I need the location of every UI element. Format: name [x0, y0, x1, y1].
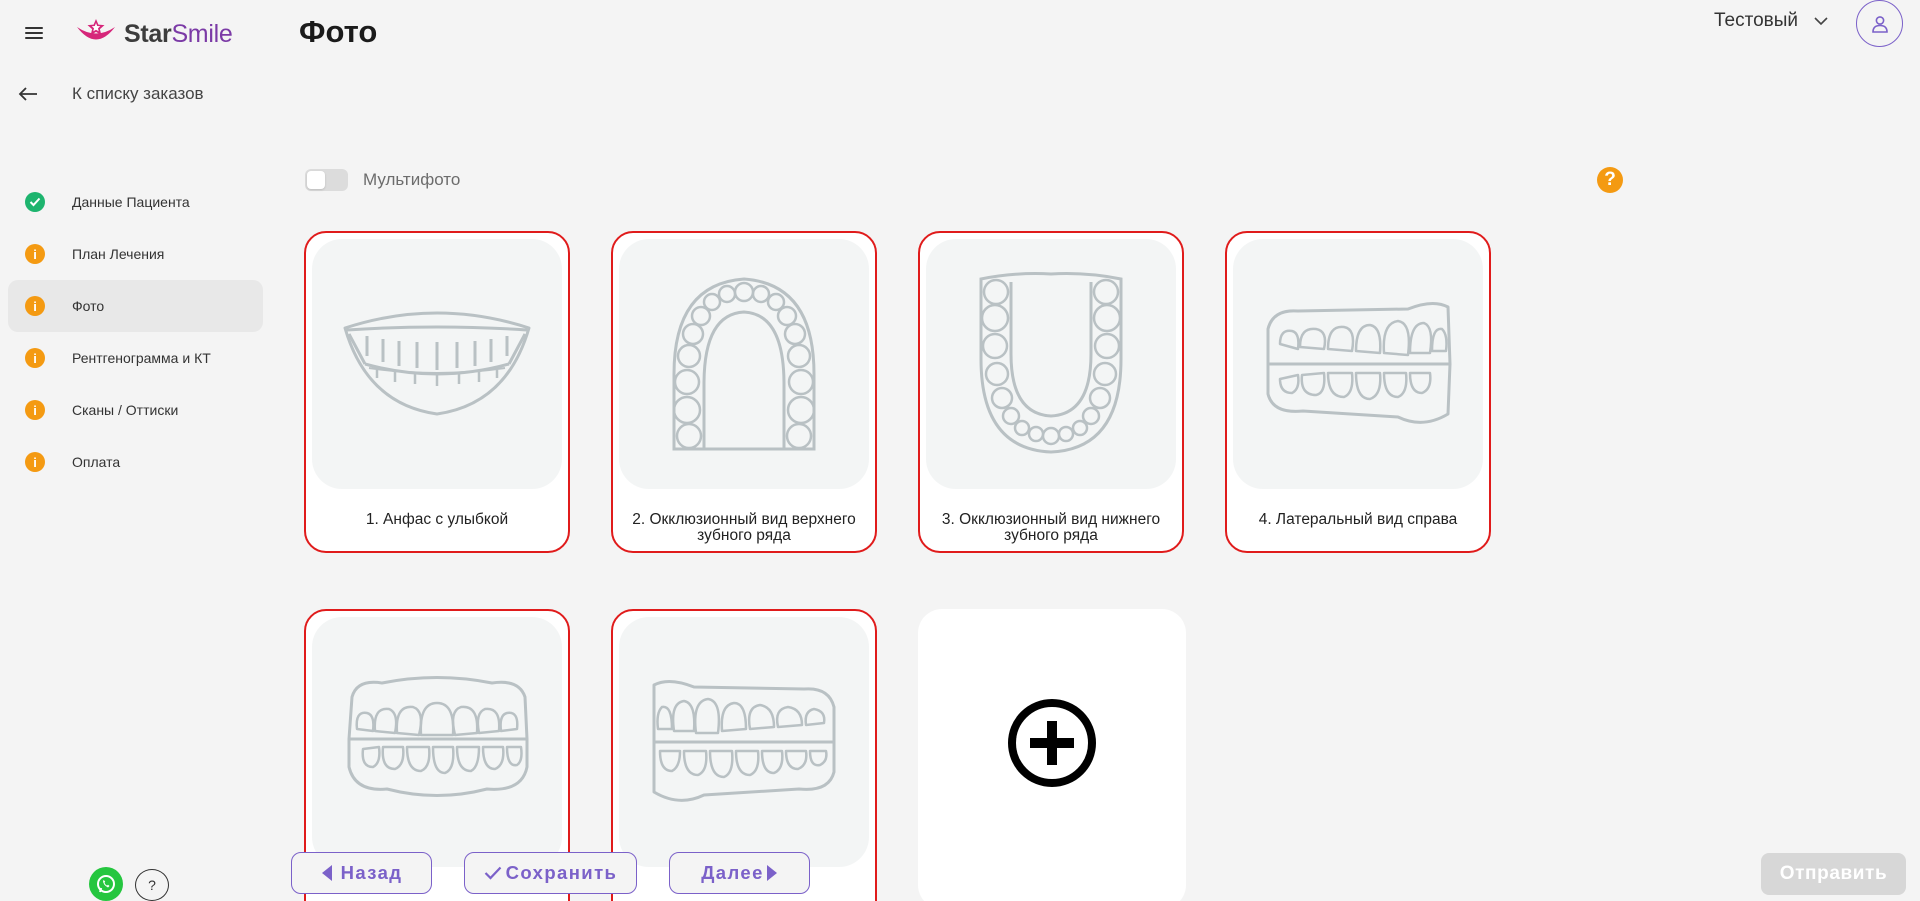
step-label: Сканы / Оттиски: [72, 402, 179, 418]
step-treatment-plan[interactable]: i План Лечения: [8, 228, 263, 280]
triangle-left-icon: [321, 865, 332, 881]
back-to-orders-link[interactable]: К списку заказов: [18, 84, 204, 104]
page-title: Фото: [299, 14, 378, 49]
user-avatar-button[interactable]: [1856, 0, 1903, 47]
photo-caption: 4. Латеральный вид справа: [1258, 511, 1458, 528]
logo: StarSmile: [74, 14, 233, 54]
whatsapp-button[interactable]: [89, 867, 123, 901]
steps-nav: Данные Пациента i План Лечения i Фото i …: [8, 176, 263, 488]
step-label: Рентгенограмма и КТ: [72, 350, 211, 366]
photo-caption: 3. Окклюзионный вид нижнего зубного ряда: [941, 511, 1161, 544]
upper-arch-icon: [672, 277, 816, 451]
photo-thumbnail: [1233, 239, 1483, 489]
photo-thumbnail: [619, 617, 869, 867]
triangle-right-icon: [766, 865, 777, 881]
step-payment[interactable]: i Оплата: [8, 436, 263, 488]
step-patient-data[interactable]: Данные Пациента: [8, 176, 263, 228]
info-circle-icon: i: [25, 296, 45, 316]
photo-thumbnail: [312, 617, 562, 867]
lateral-right-icon: [1266, 302, 1452, 424]
multiphoto-label: Мультифото: [363, 170, 461, 189]
step-xray-ct[interactable]: i Рентгенограмма и КТ: [8, 332, 263, 384]
photo-card-lower-arch[interactable]: 3. Окклюзионный вид нижнего зубного ряда: [918, 231, 1184, 553]
step-scans[interactable]: i Сканы / Оттиски: [8, 384, 263, 436]
photo-thumbnail: [312, 239, 562, 489]
plus-circle-icon: [1008, 699, 1096, 787]
photo-caption: 2. Окклюзионный вид верхнего зубного ряд…: [632, 511, 856, 544]
step-photo[interactable]: i Фото: [8, 280, 263, 332]
save-button[interactable]: Сохранить: [464, 852, 637, 894]
arrow-left-icon: [18, 87, 37, 101]
menu-icon[interactable]: [22, 22, 46, 44]
smile-icon: [343, 311, 531, 416]
step-label: Данные Пациента: [72, 194, 190, 210]
chevron-down-icon[interactable]: [1812, 14, 1830, 28]
add-photo-card[interactable]: [918, 609, 1186, 901]
photo-card-upper-arch[interactable]: 2. Окклюзионный вид верхнего зубного ряд…: [611, 231, 877, 553]
back-link-label: К списку заказов: [72, 84, 204, 103]
lateral-left-icon: [652, 680, 836, 802]
photo-thumbnail: [926, 239, 1176, 489]
photo-card-smile[interactable]: 1. Анфас с улыбкой: [304, 231, 570, 553]
logo-text-smile: Smile: [171, 19, 233, 48]
next-button-label: Далее: [701, 862, 764, 883]
info-circle-icon: i: [25, 452, 45, 472]
help-button[interactable]: ?: [135, 869, 169, 901]
user-icon: [1871, 15, 1888, 33]
next-button[interactable]: Далее: [669, 852, 810, 894]
info-circle-icon: i: [25, 348, 45, 368]
photo-caption: 1. Анфас с улыбкой: [365, 511, 509, 528]
star-smile-logo-icon: [77, 19, 115, 40]
lower-arch-icon: [979, 272, 1123, 454]
send-button[interactable]: Отправить: [1761, 853, 1906, 895]
multiphoto-toggle[interactable]: [305, 169, 348, 191]
logo-text-star: Star: [124, 19, 172, 48]
whatsapp-icon: [97, 875, 115, 893]
check-circle-icon: [25, 192, 45, 212]
back-button-label: Назад: [340, 862, 403, 883]
info-circle-icon: i: [25, 400, 45, 420]
photo-thumbnail: [619, 239, 869, 489]
step-label: Оплата: [72, 454, 121, 470]
back-button[interactable]: Назад: [291, 852, 432, 894]
user-name[interactable]: Тестовый: [1714, 10, 1798, 32]
step-label: Фото: [72, 298, 105, 314]
photo-card-lateral-right[interactable]: 4. Латеральный вид справа: [1225, 231, 1491, 553]
check-icon: [484, 866, 501, 880]
step-label: План Лечения: [72, 246, 165, 262]
save-button-label: Сохранить: [505, 862, 618, 883]
info-circle-icon: i: [25, 244, 45, 264]
frontal-teeth-icon: [347, 676, 529, 797]
help-question-icon[interactable]: ?: [1597, 167, 1623, 193]
